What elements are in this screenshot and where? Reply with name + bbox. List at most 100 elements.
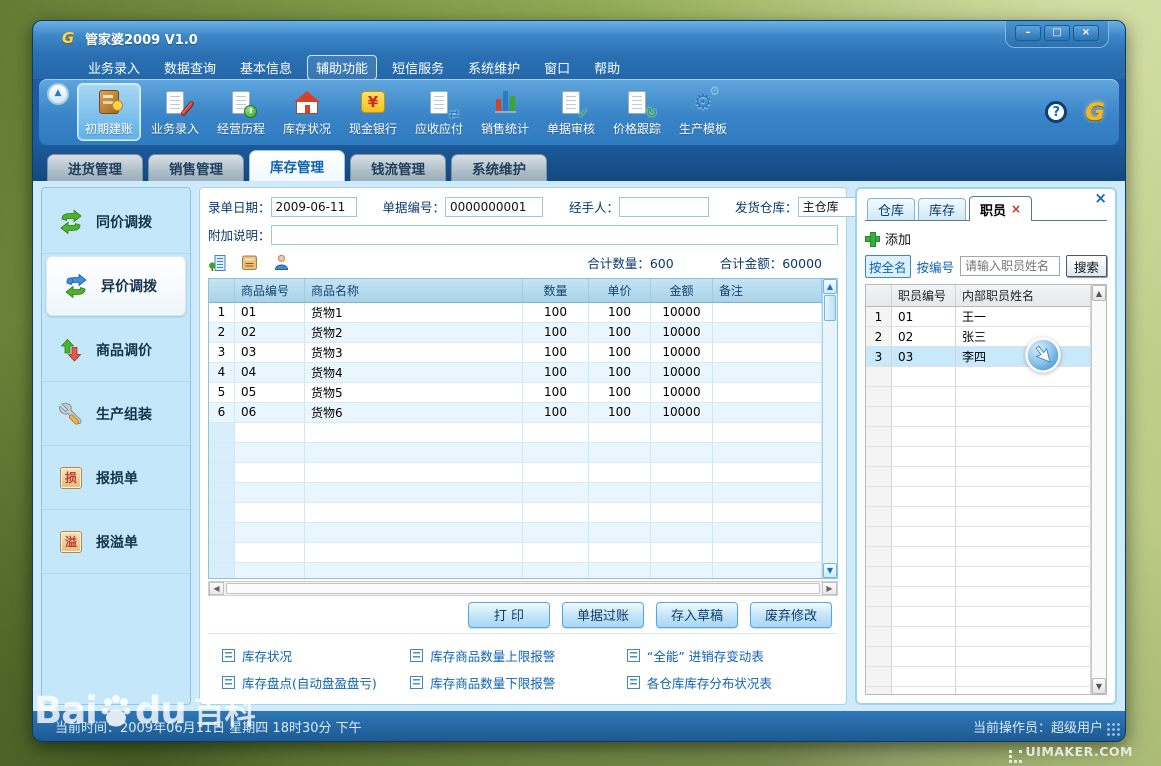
menu-system-maintenance[interactable]: 系统维护 [459,55,529,80]
scroll-up-icon[interactable]: ▲ [1092,285,1106,301]
staff-search-input[interactable] [960,256,1060,276]
tab-inventory-mgmt[interactable]: 库存管理 [249,150,345,181]
tab-system-maintenance[interactable]: 系统维护 [451,154,547,181]
minimize-button[interactable]: – [1015,25,1041,41]
empty-row[interactable] [866,387,1091,407]
toolbar-initial-setup[interactable]: 初期建账 [77,83,141,141]
sidebar-production-assembly[interactable]: 生产组装 [42,382,190,446]
help-icon[interactable]: ? [1045,101,1067,123]
toolbar-receivable-payable[interactable]: ⇄ 应收应付 [407,83,471,141]
search-button[interactable]: 搜索 [1066,255,1107,277]
post-voucher-button[interactable]: 单据过账 [562,602,644,628]
empty-row[interactable] [866,547,1091,567]
scroll-up-icon[interactable]: ▲ [823,279,837,294]
staff-scrollbar[interactable]: ▲ ▼ [1091,285,1106,694]
staff-picker-icon[interactable] [272,253,291,272]
rptab-staff[interactable]: 职员× [969,196,1032,221]
empty-row[interactable] [209,523,822,543]
empty-row[interactable] [866,667,1091,687]
vertical-scrollbar[interactable]: ▲ ▼ [822,279,837,579]
empty-row[interactable] [209,443,822,463]
warehouse-picker-icon[interactable] [208,253,227,272]
add-staff-button[interactable]: 添加 [865,226,1107,250]
filter-by-code[interactable]: 按编号 [917,257,955,276]
tab-cashflow-mgmt[interactable]: 钱流管理 [350,154,446,181]
print-button[interactable]: 打 印 [468,602,550,628]
sidebar-loss-report[interactable]: 损 报损单 [42,446,190,510]
rptab-warehouse[interactable]: 仓库 [867,198,915,220]
staff-row[interactable]: 101王一 [866,307,1091,327]
toolbar-inventory-status[interactable]: 库存状况 [275,83,339,141]
goods-picker-icon[interactable] [240,253,259,272]
empty-row[interactable] [209,503,822,523]
menu-business-entry[interactable]: 业务录入 [79,55,149,80]
voucher-no-input[interactable] [445,197,543,217]
empty-row[interactable] [866,487,1091,507]
toolbar-sales-stats[interactable]: 销售统计 [473,83,537,141]
save-draft-button[interactable]: 存入草稿 [656,602,738,628]
link-inventory-status[interactable]: 库存状况 [222,646,410,665]
empty-row[interactable] [866,467,1091,487]
empty-row[interactable] [866,627,1091,647]
menu-window[interactable]: 窗口 [535,55,579,80]
note-input[interactable] [271,225,838,245]
toolbar-production-template[interactable]: ⚙⚙ 生产模板 [671,83,735,141]
scroll-down-icon[interactable]: ▼ [823,563,837,578]
empty-row[interactable] [866,587,1091,607]
table-row[interactable]: 101货物110010010000 [209,303,822,323]
date-input[interactable] [271,197,357,217]
empty-row[interactable] [209,423,822,443]
empty-row[interactable] [866,407,1091,427]
link-warehouse-distribution[interactable]: 各仓库库存分布状况表 [627,673,834,692]
table-row[interactable]: 505货物510010010000 [209,383,822,403]
resize-grip[interactable] [1106,722,1121,737]
empty-row[interactable] [866,687,1091,695]
empty-row[interactable] [209,563,822,580]
toolbar-business-history[interactable]: 经营历程 [209,83,273,141]
maximize-button[interactable]: □ [1044,25,1070,41]
empty-row[interactable] [209,483,822,503]
sidebar-same-price-transfer[interactable]: 同价调拨 [42,190,190,254]
discard-changes-button[interactable]: 废弃修改 [750,602,832,628]
link-lower-limit-alert[interactable]: 库存商品数量下限报警 [410,673,627,692]
tab-sales-mgmt[interactable]: 销售管理 [148,154,244,181]
filter-by-fullname[interactable]: 按全名 [865,255,911,278]
toolbar-cash-bank[interactable]: ¥ 现金银行 [341,83,405,141]
empty-row[interactable] [866,427,1091,447]
empty-row[interactable] [209,463,822,483]
empty-row[interactable] [866,567,1091,587]
handler-input[interactable] [619,197,709,217]
table-row[interactable]: 303货物310010010000 [209,343,822,363]
empty-row[interactable] [866,647,1091,667]
horizontal-scrollbar[interactable]: ◀ ▶ [208,581,838,596]
menu-help[interactable]: 帮助 [585,55,629,80]
rptab-stock[interactable]: 库存 [918,198,966,220]
link-upper-limit-alert[interactable]: 库存商品数量上限报警 [410,646,627,665]
scroll-left-icon[interactable]: ◀ [209,582,224,595]
tab-purchase-mgmt[interactable]: 进货管理 [47,154,143,181]
sidebar-goods-price-adjust[interactable]: 商品调价 [42,318,190,382]
toolbar-voucher-audit[interactable]: ✓ 单据审核 [539,83,603,141]
toolbar-business-entry[interactable]: 业务录入 [143,83,207,141]
table-row[interactable]: 606货物610010010000 [209,403,822,423]
empty-row[interactable] [866,527,1091,547]
close-button[interactable]: × [1073,25,1099,41]
panel-close-icon[interactable]: × [1094,191,1107,206]
link-allinone-report[interactable]: “全能” 进销存变动表 [627,646,834,665]
table-row[interactable]: 404货物410010010000 [209,363,822,383]
menu-auxiliary-functions[interactable]: 辅助功能 [307,55,377,80]
table-row[interactable]: 202货物210010010000 [209,323,822,343]
menu-basic-info[interactable]: 基本信息 [231,55,301,80]
collapse-toolbar-button[interactable]: ▲ [47,83,69,105]
scrollbar-thumb[interactable] [824,295,836,321]
link-stocktaking[interactable]: 库存盘点(自动盘盈盘亏) [222,673,410,692]
tab-close-icon[interactable]: × [1011,202,1021,216]
scroll-right-icon[interactable]: ▶ [822,582,837,595]
sidebar-overflow-report[interactable]: 溢 报溢单 [42,510,190,574]
toolbar-price-tracking[interactable]: ↻ 价格跟踪 [605,83,669,141]
empty-row[interactable] [866,447,1091,467]
scrollbar-thumb[interactable] [226,583,820,594]
empty-row[interactable] [209,543,822,563]
scroll-down-icon[interactable]: ▼ [1092,678,1106,694]
empty-row[interactable] [866,607,1091,627]
